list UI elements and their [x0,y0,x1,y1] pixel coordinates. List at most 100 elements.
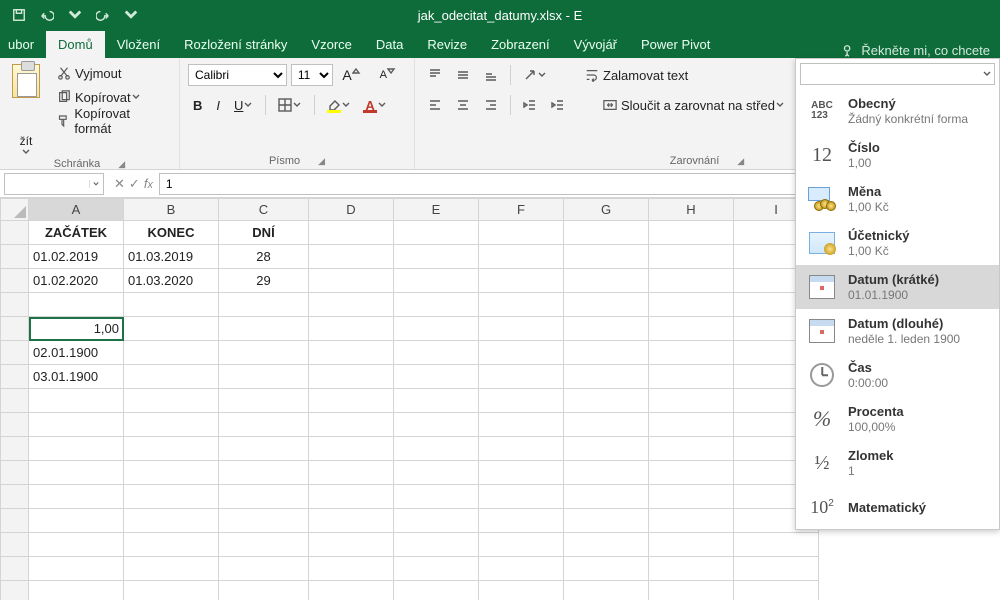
cell[interactable] [29,509,124,533]
align-center-button[interactable] [451,94,475,116]
row-header[interactable] [1,389,29,413]
cell[interactable] [309,509,394,533]
col-header-E[interactable]: E [394,199,479,221]
cell[interactable] [29,533,124,557]
numfmt-item[interactable]: Měna1,00 Kč [796,177,999,221]
cell[interactable] [309,557,394,581]
cell[interactable] [29,461,124,485]
cell[interactable] [564,413,649,437]
cell[interactable] [649,437,734,461]
cell[interactable] [309,485,394,509]
cell[interactable]: 01.03.2019 [124,245,219,269]
tab-developer[interactable]: Vývojář [562,31,629,58]
undo-icon[interactable] [34,3,60,27]
cell[interactable] [479,437,564,461]
tab-insert[interactable]: Vložení [105,31,172,58]
cell[interactable]: KONEC [124,221,219,245]
row-header[interactable] [1,485,29,509]
tab-pagelayout[interactable]: Rozložení stránky [172,31,299,58]
cell[interactable] [29,557,124,581]
cell[interactable] [649,341,734,365]
fx-icon[interactable]: fx [144,176,153,191]
cell[interactable] [564,485,649,509]
tell-me[interactable]: Řekněte mi, co chcete [831,43,1000,58]
cell[interactable] [29,413,124,437]
cell[interactable] [564,533,649,557]
save-icon[interactable] [6,3,32,27]
cell[interactable] [124,509,219,533]
row-header[interactable] [1,221,29,245]
cell[interactable]: 01.02.2020 [29,269,124,293]
align-right-button[interactable] [479,94,503,116]
cell[interactable] [564,245,649,269]
cell[interactable]: 1,00 [29,317,124,341]
cell[interactable] [394,581,479,600]
cell[interactable] [649,269,734,293]
cell[interactable] [564,581,649,600]
cell[interactable] [564,509,649,533]
numfmt-item[interactable]: Datum (dlouhé)neděle 1. leden 1900 [796,309,999,353]
cell[interactable] [649,221,734,245]
fill-color-button[interactable] [322,94,356,116]
cell[interactable] [564,293,649,317]
select-all-corner[interactable] [1,199,29,221]
cell[interactable] [479,413,564,437]
cell[interactable] [394,365,479,389]
col-header-G[interactable]: G [564,199,649,221]
qat-customize-icon[interactable] [118,3,144,27]
cell[interactable] [649,245,734,269]
cell[interactable] [124,557,219,581]
namebox-drop-icon[interactable] [89,180,99,188]
cell[interactable] [479,461,564,485]
cell[interactable] [564,365,649,389]
cell[interactable] [124,341,219,365]
underline-button[interactable]: U [229,94,258,116]
cell[interactable] [479,341,564,365]
row-header[interactable] [1,581,29,600]
cell[interactable] [219,413,309,437]
cell[interactable] [649,413,734,437]
cell[interactable] [124,293,219,317]
col-header-F[interactable]: F [479,199,564,221]
cell[interactable] [309,365,394,389]
tab-view[interactable]: Zobrazení [479,31,562,58]
tab-powerpivot[interactable]: Power Pivot [629,31,722,58]
cell[interactable] [394,389,479,413]
row-header[interactable] [1,269,29,293]
cell[interactable] [29,437,124,461]
row-header[interactable] [1,533,29,557]
cell[interactable] [219,365,309,389]
cell[interactable] [394,461,479,485]
cell[interactable] [309,245,394,269]
row-header[interactable] [1,437,29,461]
cell[interactable] [394,437,479,461]
align-left-button[interactable] [423,94,447,116]
cell[interactable] [29,293,124,317]
cell[interactable] [309,317,394,341]
cell[interactable] [649,509,734,533]
tab-formulas[interactable]: Vzorce [299,31,363,58]
cell[interactable] [649,389,734,413]
tab-home[interactable]: Domů [46,31,105,58]
copy-drop-icon[interactable] [131,93,141,101]
cell[interactable] [394,485,479,509]
cell[interactable] [219,341,309,365]
cell[interactable] [309,461,394,485]
cell[interactable] [564,557,649,581]
cell[interactable] [394,533,479,557]
cell[interactable] [479,581,564,600]
format-painter-button[interactable]: Kopírovat formát [52,110,171,132]
align-bottom-button[interactable] [479,64,503,86]
cell[interactable] [219,389,309,413]
cell[interactable] [219,485,309,509]
align-middle-button[interactable] [451,64,475,86]
cell[interactable] [124,533,219,557]
cell[interactable] [394,413,479,437]
cell[interactable] [309,221,394,245]
wrap-text-button[interactable]: Zalamovat text [580,64,693,86]
row-header[interactable] [1,509,29,533]
bold-button[interactable]: B [188,94,207,116]
cell[interactable] [564,317,649,341]
numfmt-item[interactable]: 102Matematický [796,485,999,529]
shrink-font-button[interactable]: A [375,64,406,86]
